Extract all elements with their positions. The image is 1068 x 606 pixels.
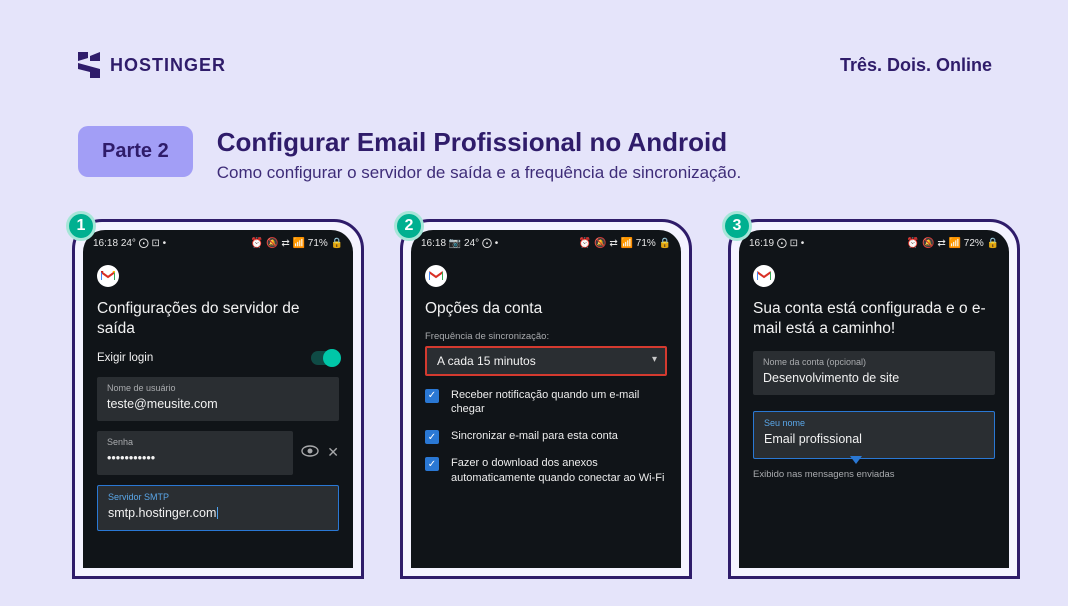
status-bar: 16:18 24° ⨀ ⊡ • ⏰ 🔕 ⇄ 📶 71% 🔒	[83, 230, 353, 255]
status-right: ⏰ 🔕 ⇄ 📶 72% 🔒	[907, 238, 999, 249]
step-number-badge: 1	[66, 211, 96, 241]
status-bar: 16:18 📷 24° ⨀ • ⏰ 🔕 ⇄ 📶 71% 🔒	[411, 230, 681, 255]
require-login-label: Exigir login	[97, 352, 153, 364]
phone-screen: 16:19 ⨀ ⊡ • ⏰ 🔕 ⇄ 📶 72% 🔒 Sua conta está…	[739, 230, 1009, 568]
sync-frequency-label: Frequência de sincronização:	[425, 331, 667, 342]
option-notify-label: Receber notificação quando um e-mail che…	[451, 388, 667, 418]
status-extra: 📷 24° ⨀ •	[449, 238, 498, 249]
phone-screen: 16:18 📷 24° ⨀ • ⏰ 🔕 ⇄ 📶 71% 🔒 Opções da …	[411, 230, 681, 568]
account-name-field[interactable]: Nome da conta (opcional) Desenvolvimento…	[753, 351, 995, 395]
step-1: 1 16:18 24° ⨀ ⊡ • ⏰ 🔕 ⇄ 📶 71% 🔒 Configur…	[72, 219, 364, 579]
status-right: ⏰ 🔕 ⇄ 📶 71% 🔒	[579, 238, 671, 249]
brand-name: HOSTINGER	[110, 55, 226, 76]
title-block: Configurar Email Profissional no Android…	[217, 126, 741, 183]
your-name-field[interactable]: Seu nome Email profissional	[753, 411, 995, 459]
require-login-row: Exigir login	[97, 351, 339, 365]
hostinger-logo-icon	[78, 52, 100, 78]
text-cursor	[217, 507, 218, 519]
smtp-value: smtp.hostinger.com	[108, 506, 216, 520]
username-field[interactable]: Nome de usuário teste@meusite.com	[97, 377, 339, 421]
option-attachments-row[interactable]: ✓ Fazer o download dos anexos automatica…	[425, 456, 667, 486]
page-header: HOSTINGER Três. Dois. Online	[0, 0, 1068, 78]
eye-icon[interactable]	[301, 444, 319, 462]
status-time: 16:18	[421, 238, 446, 249]
page-subtitle: Como configurar o servidor de saída e a …	[217, 163, 741, 183]
title-row: Parte 2 Configurar Email Profissional no…	[0, 78, 1068, 183]
step-number-badge: 3	[722, 211, 752, 241]
smtp-field[interactable]: Servidor SMTP smtp.hostinger.com	[97, 485, 339, 531]
status-time: 16:19	[749, 238, 774, 249]
username-value: teste@meusite.com	[107, 397, 218, 411]
password-label: Senha	[107, 437, 283, 447]
phone-frame: 16:19 ⨀ ⊡ • ⏰ 🔕 ⇄ 📶 72% 🔒 Sua conta está…	[728, 219, 1020, 579]
account-name-label: Nome da conta (opcional)	[763, 357, 985, 367]
password-field[interactable]: Senha •••••••••••	[97, 431, 293, 475]
your-name-hint: Exibido nas mensagens enviadas	[753, 469, 995, 480]
gmail-icon	[753, 265, 775, 287]
step-2: 2 16:18 📷 24° ⨀ • ⏰ 🔕 ⇄ 📶 71% 🔒 Opções d…	[400, 219, 692, 579]
page-title: Configurar Email Profissional no Android	[217, 126, 741, 159]
status-bar: 16:19 ⨀ ⊡ • ⏰ 🔕 ⇄ 📶 72% 🔒	[739, 230, 1009, 255]
phone-screen: 16:18 24° ⨀ ⊡ • ⏰ 🔕 ⇄ 📶 71% 🔒 Configuraç…	[83, 230, 353, 568]
option-notify-row[interactable]: ✓ Receber notificação quando um e-mail c…	[425, 388, 667, 418]
username-label: Nome de usuário	[107, 383, 329, 393]
step-number-badge: 2	[394, 211, 424, 241]
part-badge: Parte 2	[78, 126, 193, 177]
status-time: 16:18	[93, 238, 118, 249]
status-extra: 24° ⨀ ⊡ •	[121, 238, 166, 249]
your-name-label: Seu nome	[764, 418, 984, 428]
account-name-value: Desenvolvimento de site	[763, 371, 899, 385]
clear-icon[interactable]: ✕	[327, 444, 339, 461]
step-3: 3 16:19 ⨀ ⊡ • ⏰ 🔕 ⇄ 📶 72% 🔒 Sua conta es…	[728, 219, 1020, 579]
checkbox-checked-icon[interactable]: ✓	[425, 389, 439, 403]
option-sync-label: Sincronizar e-mail para esta conta	[451, 429, 618, 444]
option-attachments-label: Fazer o download dos anexos automaticame…	[451, 456, 667, 486]
option-sync-row[interactable]: ✓ Sincronizar e-mail para esta conta	[425, 429, 667, 444]
sync-frequency-select[interactable]: A cada 15 minutos	[425, 346, 667, 376]
your-name-value: Email profissional	[764, 432, 862, 446]
gmail-icon	[425, 265, 447, 287]
phone-frame: 16:18 24° ⨀ ⊡ • ⏰ 🔕 ⇄ 📶 71% 🔒 Configuraç…	[72, 219, 364, 579]
text-cursor-handle-icon[interactable]	[850, 456, 862, 464]
checkbox-checked-icon[interactable]: ✓	[425, 430, 439, 444]
status-right: ⏰ 🔕 ⇄ 📶 71% 🔒	[251, 238, 343, 249]
screen-title: Opções da conta	[425, 299, 667, 319]
phones-row: 1 16:18 24° ⨀ ⊡ • ⏰ 🔕 ⇄ 📶 71% 🔒 Configur…	[0, 183, 1068, 579]
phone-frame: 16:18 📷 24° ⨀ • ⏰ 🔕 ⇄ 📶 71% 🔒 Opções da …	[400, 219, 692, 579]
sync-frequency-value: A cada 15 minutos	[437, 354, 536, 368]
brand-tagline: Três. Dois. Online	[840, 55, 992, 76]
password-value: •••••••••••	[107, 451, 155, 465]
status-extra: ⨀ ⊡ •	[777, 238, 804, 249]
brand-logo: HOSTINGER	[78, 52, 226, 78]
require-login-toggle[interactable]	[311, 351, 339, 365]
gmail-icon	[97, 265, 119, 287]
screen-title: Configurações do servidor de saída	[97, 299, 339, 339]
smtp-label: Servidor SMTP	[108, 492, 328, 502]
screen-title: Sua conta está configurada e o e-mail es…	[753, 299, 995, 339]
checkbox-checked-icon[interactable]: ✓	[425, 457, 439, 471]
